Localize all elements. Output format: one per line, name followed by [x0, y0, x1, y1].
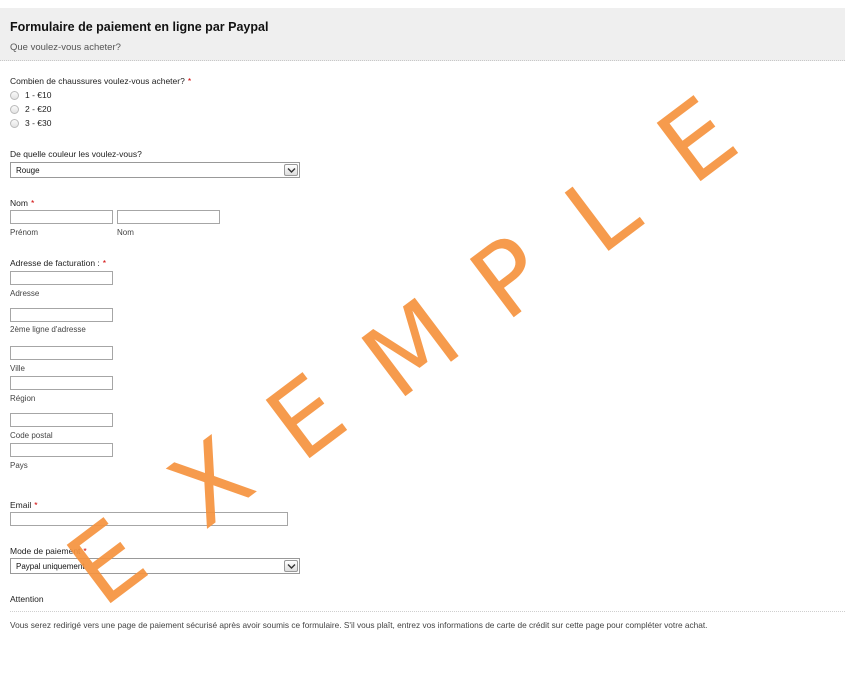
quantity-option-label: 1 - €10 [25, 90, 52, 100]
first-name-input[interactable] [10, 210, 113, 224]
address-label-text: Adresse de facturation : [10, 258, 100, 268]
quantity-label: Combien de chaussures voulez-vous achete… [10, 76, 191, 86]
payment-label: Mode de paiement * [10, 546, 87, 556]
email-label-text: Email [10, 500, 32, 510]
color-select[interactable]: Rouge [10, 162, 300, 178]
name-label: Nom * [10, 198, 34, 208]
quantity-option-2[interactable]: 2 - €20 [10, 103, 51, 115]
region-input[interactable] [10, 376, 113, 390]
chevron-down-icon[interactable] [284, 164, 298, 176]
country-sublabel: Pays [10, 461, 28, 470]
chevron-down-icon[interactable] [284, 560, 298, 572]
city-sublabel: Ville [10, 364, 25, 373]
name-label-text: Nom [10, 198, 28, 208]
postal-code-input[interactable] [10, 413, 113, 427]
color-label: De quelle couleur les voulez-vous? [10, 149, 142, 159]
watermark-letter: E [637, 75, 758, 206]
required-mark: * [83, 546, 87, 556]
radio-button[interactable] [10, 118, 19, 128]
watermark-letter: E [246, 352, 367, 483]
radio-button[interactable] [10, 90, 19, 100]
email-label: Email * [10, 500, 38, 510]
divider [10, 611, 845, 612]
address-line2-input[interactable] [10, 308, 113, 322]
quantity-option-3[interactable]: 3 - €30 [10, 117, 51, 129]
required-mark: * [30, 198, 35, 208]
required-mark: * [102, 258, 107, 268]
quantity-option-label: 3 - €30 [25, 118, 52, 128]
city-input[interactable] [10, 346, 113, 360]
attention-heading: Attention [10, 594, 44, 604]
last-name-input[interactable] [117, 210, 220, 224]
form-header: Formulaire de paiement en ligne par Payp… [0, 8, 845, 61]
last-name-sublabel: Nom [117, 228, 134, 237]
country-input[interactable] [10, 443, 113, 457]
quantity-option-1[interactable]: 1 - €10 [10, 89, 51, 101]
quantity-label-text: Combien de chaussures voulez-vous achete… [10, 76, 185, 86]
street-address-input[interactable] [10, 271, 113, 285]
page-title: Formulaire de paiement en ligne par Payp… [10, 20, 269, 34]
street-address-sublabel: Adresse [10, 289, 40, 298]
watermark-letter: L [545, 149, 660, 276]
address-line2-sublabel: 2ème ligne d'adresse [10, 325, 86, 334]
payment-label-text: Mode de paiement [10, 546, 81, 556]
address-label: Adresse de facturation : * [10, 258, 106, 268]
required-mark: * [187, 76, 192, 86]
payment-select-value: Paypal uniquement [16, 562, 85, 571]
watermark-letter: X [149, 415, 274, 550]
attention-note: Vous serez redirigé vers une page de pai… [10, 620, 708, 630]
postal-code-sublabel: Code postal [10, 431, 53, 440]
exemple-watermark: E X E M P L E [47, 75, 758, 628]
required-mark: * [34, 500, 38, 510]
region-sublabel: Région [10, 394, 36, 403]
payment-method-select[interactable]: Paypal uniquement [10, 558, 300, 574]
radio-button[interactable] [10, 104, 19, 114]
color-select-value: Rouge [16, 166, 40, 175]
quantity-option-label: 2 - €20 [25, 104, 52, 114]
page-subtitle: Que voulez-vous acheter? [10, 42, 121, 53]
watermark-letter: P [450, 213, 569, 343]
watermark-letter: M [342, 276, 481, 421]
first-name-sublabel: Prénom [10, 228, 39, 237]
email-input[interactable] [10, 512, 288, 526]
